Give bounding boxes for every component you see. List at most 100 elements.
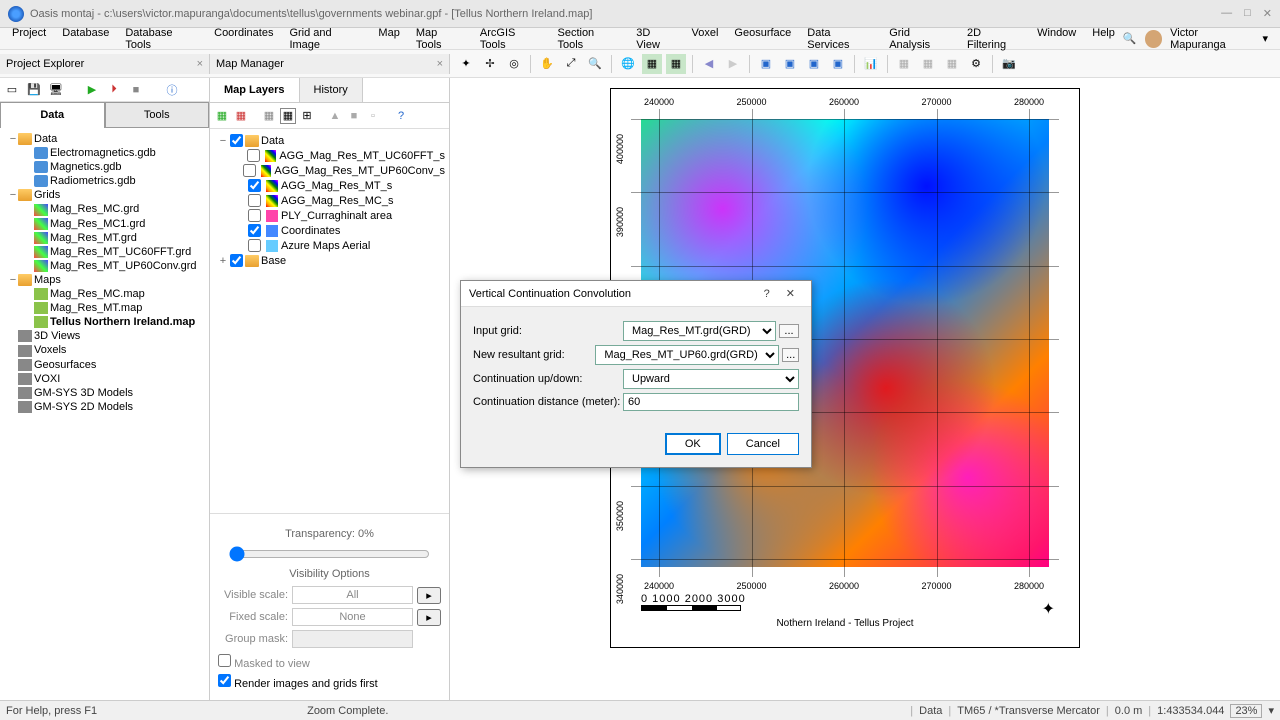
status-zoom[interactable]: 23% bbox=[1230, 704, 1262, 718]
menu-database-tools[interactable]: Database Tools bbox=[117, 25, 206, 53]
layer-visibility-checkbox[interactable] bbox=[248, 194, 261, 207]
menu-data-services[interactable]: Data Services bbox=[799, 25, 881, 53]
minimize-icon[interactable]: — bbox=[1221, 7, 1232, 20]
pointer-icon[interactable]: ✦ bbox=[456, 54, 476, 74]
monitor-icon[interactable]: 🖥 bbox=[48, 82, 64, 98]
tree-label[interactable]: Mag_Res_MT.map bbox=[50, 302, 142, 314]
new-window-icon[interactable]: ▭ bbox=[4, 82, 20, 98]
layer-label[interactable]: Coordinates bbox=[281, 225, 340, 237]
menu-project[interactable]: Project bbox=[4, 25, 54, 53]
layer-label[interactable]: AGG_Mag_Res_MT_UC60FFT_s bbox=[279, 150, 445, 162]
stop-icon[interactable]: ■ bbox=[128, 82, 144, 98]
layer-visibility-checkbox[interactable] bbox=[247, 149, 260, 162]
menu-voxel[interactable]: Voxel bbox=[684, 25, 727, 53]
map-layer1-icon[interactable]: ▦ bbox=[642, 54, 662, 74]
tree-label[interactable]: Mag_Res_MC1.grd bbox=[50, 218, 145, 230]
window4-icon[interactable]: ▣ bbox=[828, 54, 848, 74]
zoom-dropdown-icon[interactable]: ▾ bbox=[1268, 704, 1274, 717]
layer-select-icon[interactable]: ▦ bbox=[280, 108, 296, 124]
camera-icon[interactable]: 📷 bbox=[999, 54, 1019, 74]
zoom-in-icon[interactable]: 🔍 bbox=[585, 54, 605, 74]
tree-node[interactable]: Mag_Res_MC.map bbox=[4, 287, 205, 301]
menu-database[interactable]: Database bbox=[54, 25, 117, 53]
tree-node[interactable]: GM-SYS 3D Models bbox=[4, 386, 205, 400]
layer-label[interactable]: AGG_Mag_Res_MC_s bbox=[281, 195, 394, 207]
ok-button[interactable]: OK bbox=[665, 433, 721, 455]
menu-help[interactable]: Help bbox=[1084, 25, 1123, 53]
visible-scale-input[interactable] bbox=[292, 586, 413, 604]
layer-node[interactable]: −Data bbox=[214, 133, 445, 148]
layer-label[interactable]: AGG_Mag_Res_MT_s bbox=[281, 180, 392, 192]
tab-map-layers[interactable]: Map Layers bbox=[210, 78, 300, 102]
map-manager-close-icon[interactable]: × bbox=[437, 58, 443, 70]
tree-label[interactable]: VOXI bbox=[34, 373, 60, 385]
menu-map-tools[interactable]: Map Tools bbox=[408, 25, 472, 53]
layer-props-icon[interactable]: ▦ bbox=[261, 108, 277, 124]
window2-icon[interactable]: ▣ bbox=[780, 54, 800, 74]
layer-help-icon[interactable]: ? bbox=[393, 108, 409, 124]
tree-node[interactable]: −Maps bbox=[4, 273, 205, 287]
tab-tools[interactable]: Tools bbox=[105, 102, 210, 128]
tree-label[interactable]: Tellus Northern Ireland.map bbox=[50, 316, 195, 328]
tree-label[interactable]: Voxels bbox=[34, 344, 66, 356]
group-mask-input[interactable] bbox=[292, 630, 413, 648]
masked-checkbox[interactable] bbox=[218, 654, 231, 667]
tree-label[interactable]: Maps bbox=[34, 274, 61, 286]
tree-node[interactable]: VOXI bbox=[4, 372, 205, 386]
tree-label[interactable]: Radiometrics.gdb bbox=[50, 175, 136, 187]
layer-copy-icon[interactable]: ▫ bbox=[365, 108, 381, 124]
new-grid-browse-button[interactable]: ... bbox=[782, 348, 799, 362]
distance-input[interactable] bbox=[623, 393, 799, 411]
transparency-slider[interactable] bbox=[229, 546, 430, 562]
tree-node[interactable]: Mag_Res_MC.grd bbox=[4, 202, 205, 216]
layer-node[interactable]: Azure Maps Aerial bbox=[214, 238, 445, 253]
layer-down-icon[interactable]: ■ bbox=[346, 108, 362, 124]
map-layer2-icon[interactable]: ▦ bbox=[666, 54, 686, 74]
crosshair-icon[interactable]: ✢ bbox=[480, 54, 500, 74]
tree-node[interactable]: Mag_Res_MT.grd bbox=[4, 231, 205, 245]
tree-node[interactable]: Radiometrics.gdb bbox=[4, 174, 205, 188]
search-icon[interactable]: 🔍 bbox=[1123, 32, 1137, 45]
pan-icon[interactable]: ✋ bbox=[537, 54, 557, 74]
input-grid-browse-button[interactable]: ... bbox=[779, 324, 799, 338]
layer-visibility-checkbox[interactable] bbox=[243, 164, 256, 177]
layer-label[interactable]: AGG_Mag_Res_MT_UP60Conv_s bbox=[274, 165, 445, 177]
visible-scale-btn[interactable]: ▸ bbox=[417, 587, 441, 604]
tree-label[interactable]: Data bbox=[34, 133, 57, 145]
tree-node[interactable]: Tellus Northern Ireland.map bbox=[4, 315, 205, 329]
tree-label[interactable]: Mag_Res_MC.grd bbox=[50, 203, 139, 215]
layer-label[interactable]: Base bbox=[261, 255, 286, 267]
input-grid-select[interactable]: Mag_Res_MT.grd(GRD) bbox=[623, 321, 776, 341]
gear-icon[interactable]: ⚙ bbox=[966, 54, 986, 74]
tree-node[interactable]: −Data bbox=[4, 132, 205, 146]
tree-node[interactable]: −Grids bbox=[4, 188, 205, 202]
menu-grid-and-image[interactable]: Grid and Image bbox=[281, 25, 370, 53]
menu-coordinates[interactable]: Coordinates bbox=[206, 25, 281, 53]
tree-label[interactable]: Electromagnetics.gdb bbox=[50, 147, 156, 159]
tree-node[interactable]: Mag_Res_MT_UC60FFT.grd bbox=[4, 245, 205, 259]
menu-window[interactable]: Window bbox=[1029, 25, 1084, 53]
grid1-icon[interactable]: ▦ bbox=[894, 54, 914, 74]
tab-history[interactable]: History bbox=[300, 78, 363, 102]
tree-node[interactable]: Mag_Res_MT_UP60Conv.grd bbox=[4, 259, 205, 273]
layer-tree[interactable]: −Data AGG_Mag_Res_MT_UC60FFT_s AGG_Mag_Res… bbox=[210, 129, 449, 513]
close-icon[interactable]: ✕ bbox=[1263, 7, 1272, 20]
nav-back-icon[interactable]: ◀ bbox=[699, 54, 719, 74]
layer-visibility-checkbox[interactable] bbox=[230, 254, 243, 267]
globe-icon[interactable]: 🌐 bbox=[618, 54, 638, 74]
record-icon[interactable]: ⏵ bbox=[106, 82, 122, 98]
layer-group-icon[interactable]: ⊞ bbox=[299, 108, 315, 124]
tree-label[interactable]: Magnetics.gdb bbox=[50, 161, 122, 173]
layer-node[interactable]: Coordinates bbox=[214, 223, 445, 238]
menu-grid-analysis[interactable]: Grid Analysis bbox=[881, 25, 959, 53]
tree-label[interactable]: Geosurfaces bbox=[34, 359, 96, 371]
play-icon[interactable]: ▶ bbox=[84, 82, 100, 98]
tree-node[interactable]: Magnetics.gdb bbox=[4, 160, 205, 174]
layer-node[interactable]: +Base bbox=[214, 253, 445, 268]
window1-icon[interactable]: ▣ bbox=[756, 54, 776, 74]
menu-arcgis-tools[interactable]: ArcGIS Tools bbox=[472, 25, 550, 53]
layer-node[interactable]: AGG_Mag_Res_MT_UP60Conv_s bbox=[214, 163, 445, 178]
project-explorer-close-icon[interactable]: × bbox=[197, 58, 203, 70]
layer-label[interactable]: PLY_Curraghinalt area bbox=[281, 210, 392, 222]
grid3-icon[interactable]: ▦ bbox=[942, 54, 962, 74]
